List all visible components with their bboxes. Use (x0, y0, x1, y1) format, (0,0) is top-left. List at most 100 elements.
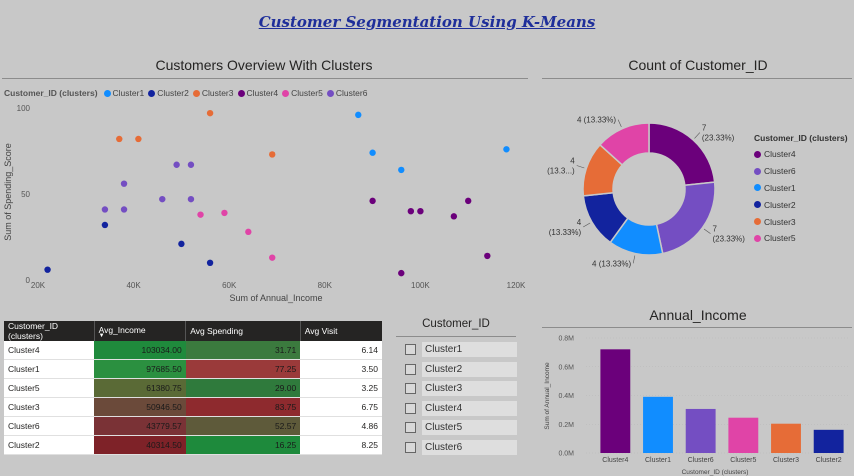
scatter-point-cluster4[interactable] (484, 252, 491, 260)
donut-slice-cluster6[interactable] (655, 181, 716, 255)
slicer-item-cluster4[interactable]: Cluster4 (405, 399, 517, 419)
scatter-point-cluster6[interactable] (120, 180, 128, 187)
scatter-legend[interactable]: Customer_ID (clusters) Cluster1 Cluster2… (4, 88, 367, 98)
table-row[interactable]: Cluster4 103034.00 31.71 6.14 (4, 341, 382, 360)
donut-legend-item-cluster5[interactable]: Cluster5 (754, 230, 854, 247)
table-header-cluster[interactable]: Customer_ID (clusters) (4, 321, 95, 341)
scatter-point-cluster6[interactable] (173, 161, 180, 168)
scatter-point-cluster6[interactable] (187, 161, 195, 168)
legend-label: Cluster5 (291, 88, 323, 98)
scatter-point-cluster4[interactable] (369, 197, 376, 205)
x-tick-label: 80K (318, 281, 333, 290)
scatter-legend-item-cluster1[interactable]: Cluster1 (103, 88, 144, 98)
legend-label: Cluster2 (764, 199, 796, 210)
bar-cluster5[interactable] (728, 417, 759, 453)
legend-dot (754, 234, 761, 242)
slicer-item-cluster6[interactable]: Cluster6 (405, 438, 517, 458)
scatter-point-cluster6[interactable] (120, 206, 128, 213)
bar-x-axis-label: Customer_ID (clusters) (682, 469, 749, 476)
table-header-avg-visit[interactable]: Avg Visit (300, 321, 382, 341)
scatter-point-cluster5[interactable] (269, 254, 276, 261)
table-row[interactable]: Cluster5 61380.75 29.00 3.25 (4, 378, 382, 398)
scatter-legend-item-cluster3[interactable]: Cluster3 (192, 88, 234, 98)
legend-dot (754, 218, 761, 226)
checkbox[interactable] (405, 422, 416, 434)
scatter-legend-item-cluster5[interactable]: Cluster5 (282, 88, 323, 98)
table-row[interactable]: Cluster2 40314.50 16.25 8.25 (4, 435, 382, 455)
bar-cluster2[interactable] (813, 429, 844, 453)
donut-legend-item-cluster1[interactable]: Cluster1 (754, 180, 854, 197)
table-row[interactable]: Cluster6 43779.57 52.57 4.86 (4, 416, 382, 436)
slicer-item-label: Cluster1 (422, 342, 517, 358)
checkbox[interactable] (405, 383, 416, 395)
legend-label: Cluster2 (157, 88, 189, 98)
scatter-point-cluster4[interactable] (417, 208, 424, 215)
scatter-point-cluster2[interactable] (44, 266, 51, 273)
scatter-point-cluster2[interactable] (178, 240, 185, 248)
donut-legend-item-cluster6[interactable]: Cluster6 (754, 163, 854, 180)
table-row[interactable]: Cluster3 50946.50 83.75 6.75 (4, 397, 382, 417)
header-label: Avg_Income (98, 324, 146, 335)
scatter-point-cluster4[interactable] (465, 197, 472, 205)
scatter-point-cluster3[interactable] (206, 109, 214, 117)
bar-chart[interactable]: Sum of Annual_Income Customer_ID (cluste… (540, 330, 854, 476)
scatter-legend-item-cluster4[interactable]: Cluster4 (237, 88, 278, 98)
checkbox[interactable] (405, 441, 416, 453)
table-cell-spending: 29.00 (185, 378, 301, 398)
checkbox[interactable] (405, 363, 416, 375)
donut-legend[interactable]: Customer_ID (clusters) Cluster4 Cluster6… (754, 133, 854, 247)
table-row[interactable]: Cluster1 97685.50 77.25 3.50 (4, 359, 382, 379)
bar-cluster4[interactable] (600, 349, 631, 453)
table-cell-spending: 83.75 (185, 397, 301, 417)
scatter-point-cluster4[interactable] (407, 208, 415, 215)
table-cell-visit: 6.75 (300, 397, 382, 417)
donut-legend-item-cluster4[interactable]: Cluster4 (754, 146, 854, 163)
donut-legend-item-cluster2[interactable]: Cluster2 (754, 196, 854, 213)
scatter-point-cluster1[interactable] (398, 166, 405, 174)
scatter-point-cluster3[interactable] (116, 135, 123, 143)
bar-y-tick-label: 0.6M (558, 364, 574, 371)
slicer-item-cluster5[interactable]: Cluster5 (405, 418, 517, 438)
scatter-point-cluster1[interactable] (503, 146, 510, 153)
scatter-point-cluster1[interactable] (355, 111, 362, 119)
cluster-slicer[interactable]: Cluster1 Cluster2 Cluster3 Cluster4 Clus… (405, 340, 517, 457)
table-cell-visit: 6.14 (300, 341, 382, 360)
slicer-item-cluster2[interactable]: Cluster2 (405, 360, 517, 380)
donut-leader-line (703, 228, 711, 234)
donut-chart[interactable]: 7 (23.33%) 7 (23.33%) 4 (13.33%) 4 (13.33%) 4 (1… (542, 100, 752, 280)
legend-dot (192, 89, 200, 97)
cluster-table[interactable]: Customer_ID (clusters) Avg_Income ▼ Avg S… (4, 321, 382, 455)
scatter-point-cluster3[interactable] (269, 151, 276, 158)
scatter-point-cluster1[interactable] (369, 149, 376, 156)
y-tick-label: 50 (21, 190, 30, 199)
scatter-legend-item-cluster2[interactable]: Cluster2 (148, 88, 189, 98)
scatter-point-cluster4[interactable] (450, 213, 458, 220)
scatter-title: Customers Overview With Clusters (155, 57, 373, 73)
checkbox[interactable] (405, 402, 416, 414)
scatter-point-cluster5[interactable] (245, 228, 252, 236)
scatter-point-cluster4[interactable] (398, 269, 405, 277)
slicer-item-cluster3[interactable]: Cluster3 (405, 379, 517, 399)
bar-cluster1[interactable] (643, 396, 673, 453)
scatter-point-cluster5[interactable] (221, 209, 228, 217)
donut-legend-item-cluster3[interactable]: Cluster3 (754, 213, 854, 230)
scatter-point-cluster5[interactable] (197, 211, 204, 218)
bar-cluster3[interactable] (771, 423, 801, 453)
table-header-avg-spending[interactable]: Avg Spending (185, 321, 301, 341)
scatter-point-cluster6[interactable] (159, 195, 166, 203)
scatter-point-cluster6[interactable] (187, 195, 195, 203)
bar-x-tick-label: Cluster5 (730, 457, 756, 464)
scatter-point-cluster2[interactable] (206, 259, 214, 266)
table-header-avg-income[interactable]: Avg_Income ▼ (94, 321, 187, 341)
legend-dot (282, 89, 290, 97)
scatter-point-cluster3[interactable] (135, 135, 142, 143)
scatter-point-cluster2[interactable] (101, 221, 109, 229)
donut-data-label: 4 (13.3...) (547, 157, 575, 176)
bar-x-tick-label: Cluster1 (645, 457, 671, 464)
scatter-chart[interactable]: Sum of Spending_Score Sum of Annual_Inco… (0, 100, 530, 310)
scatter-legend-item-cluster6[interactable]: Cluster6 (326, 88, 367, 98)
checkbox[interactable] (405, 344, 416, 356)
scatter-point-cluster6[interactable] (101, 206, 109, 213)
slicer-item-cluster1[interactable]: Cluster1 (405, 340, 517, 360)
bar-cluster6[interactable] (685, 408, 716, 453)
